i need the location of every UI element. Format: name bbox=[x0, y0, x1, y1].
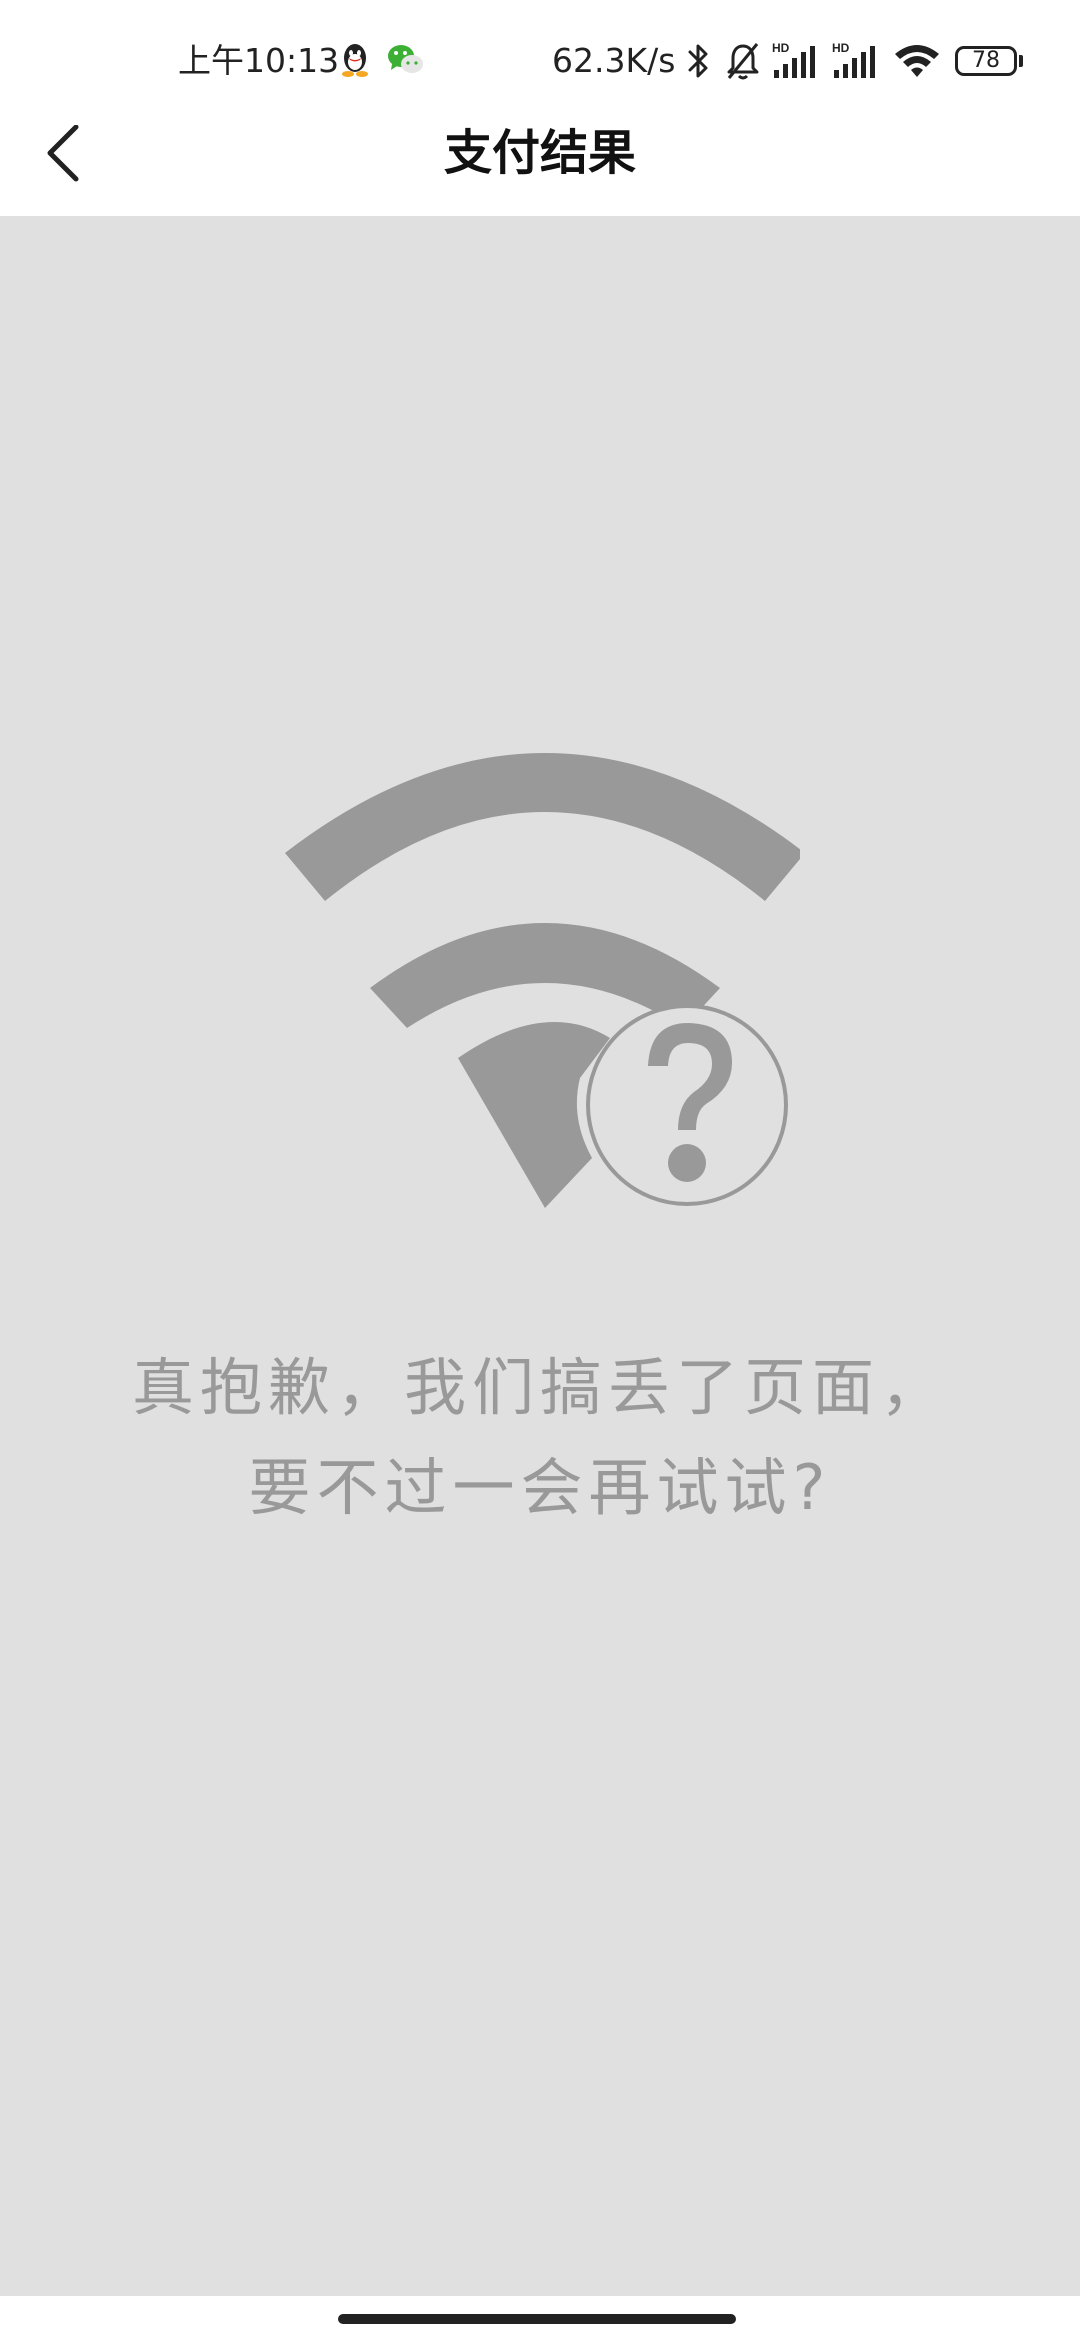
qq-icon bbox=[340, 42, 370, 82]
network-speed: 62.3K/s bbox=[552, 41, 676, 80]
battery-level: 78 bbox=[972, 48, 1000, 73]
page-title: 支付结果 bbox=[443, 125, 636, 181]
nav-bar: 支付结果 bbox=[0, 124, 1080, 216]
wifi-question-icon bbox=[280, 518, 805, 1218]
status-time: 上午10:13 bbox=[178, 41, 340, 80]
error-message-line-2: 要不过一会再试试? bbox=[248, 1451, 832, 1524]
wechat-icon bbox=[386, 42, 424, 80]
status-bar: 上午10:13 62.3K/s HD HD 78 bbox=[0, 0, 1080, 125]
mute-bell-icon bbox=[724, 40, 762, 86]
hd-signal-icon: HD bbox=[830, 40, 882, 86]
error-message: 真抱歉，我们搞丢了页面， 要不过一会再试试? bbox=[0, 1338, 1080, 1538]
gesture-bar bbox=[0, 2296, 1080, 2340]
back-button[interactable] bbox=[30, 124, 100, 216]
svg-text:HD: HD bbox=[832, 41, 850, 55]
battery-icon: 78 bbox=[955, 46, 1017, 76]
chevron-left-icon bbox=[47, 124, 79, 182]
home-indicator[interactable] bbox=[338, 2314, 736, 2324]
wifi-icon bbox=[892, 40, 942, 86]
bluetooth-icon bbox=[684, 40, 712, 86]
error-message-line-1: 真抱歉，我们搞丢了页面， bbox=[131, 1351, 948, 1424]
battery-tip bbox=[1019, 55, 1023, 67]
svg-text:HD: HD bbox=[772, 41, 790, 55]
hd-signal-icon: HD bbox=[770, 40, 822, 86]
